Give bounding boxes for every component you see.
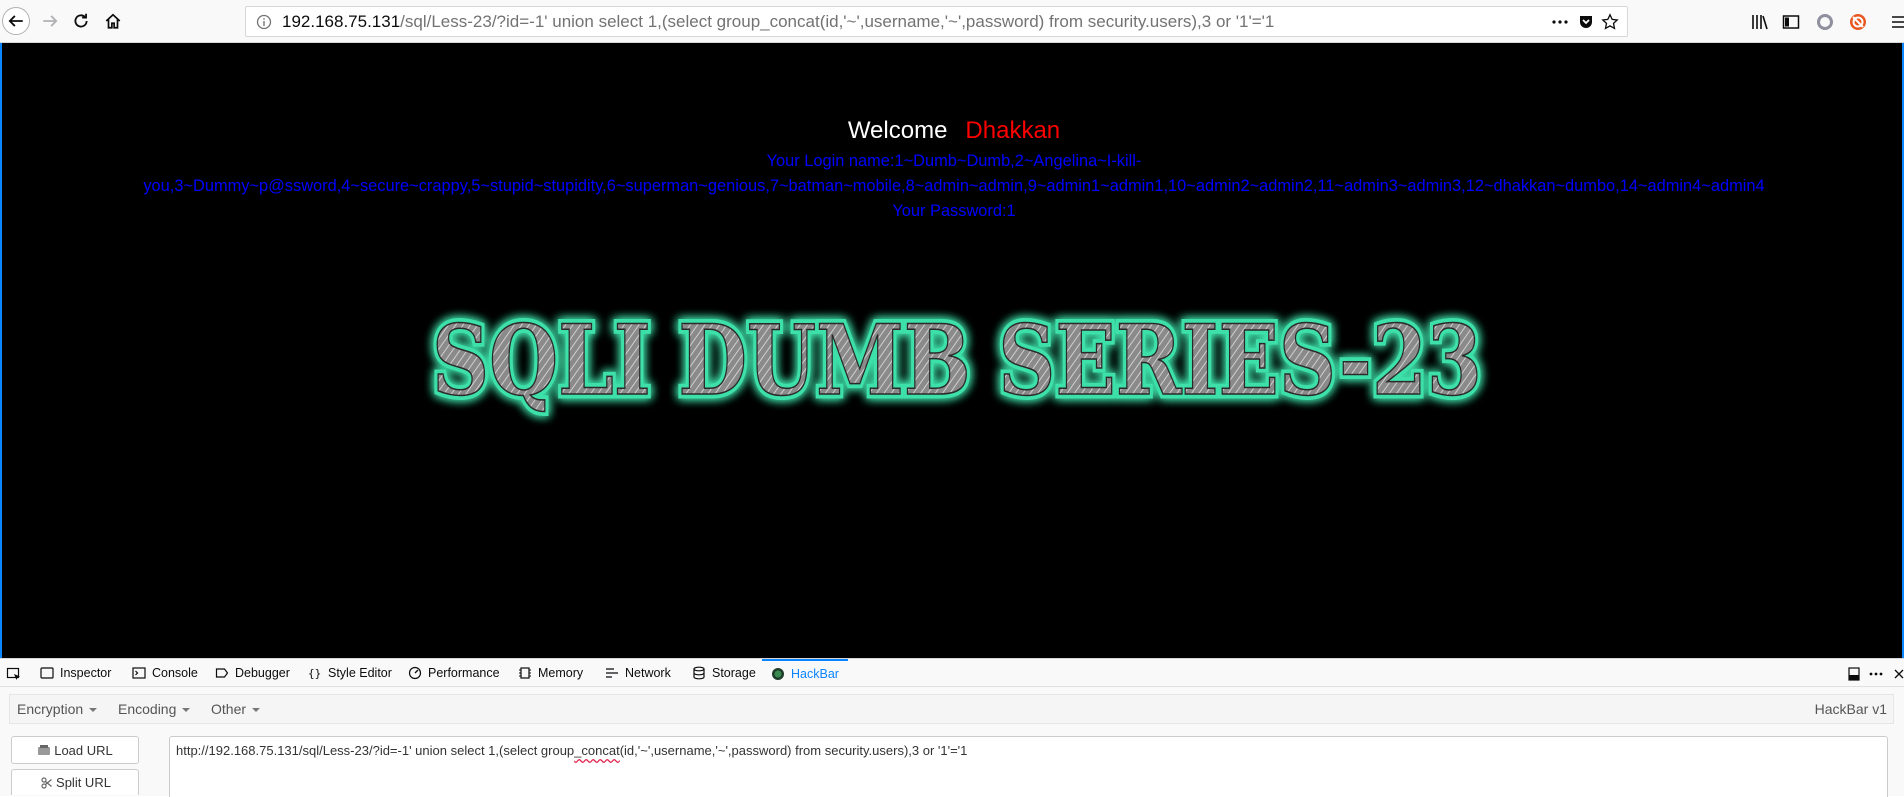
style-editor-icon: {} [308, 667, 321, 680]
tab-console-label: Console [152, 666, 198, 680]
console-icon [132, 667, 146, 679]
back-button[interactable] [2, 7, 30, 35]
hackbar-menubar: Encryption Encoding Other HackBar v1 [9, 694, 1894, 724]
page-viewport: Welcome Dhakkan Your Login name:1~Dumb~Du… [0, 43, 1904, 658]
svg-text:{}: {} [308, 667, 321, 680]
tab-hackbar-label: HackBar [791, 667, 839, 681]
debugger-icon [215, 668, 229, 678]
other-menu[interactable]: Other [211, 701, 261, 717]
welcome-word: Welcome [847, 117, 948, 144]
url-value-part-2: (id,'~',username,'~',password) from secu… [619, 743, 968, 758]
bookmark-star-icon[interactable] [1601, 13, 1619, 31]
tab-storage[interactable]: Storage [692, 659, 756, 687]
url-text[interactable]: 192.168.75.131/sql/Less-23/?id=-1' union… [282, 12, 1274, 32]
overflow-menu-icon[interactable] [1888, 12, 1904, 32]
encoding-label: Encoding [118, 701, 177, 717]
login-name-line-1: Your Login name:1~Dumb~Dumb,2~Angelina~I… [766, 152, 1142, 170]
storage-icon [693, 666, 705, 680]
hackbar-icon [772, 668, 784, 680]
arrow-right-icon [43, 15, 58, 27]
reload-icon [74, 13, 88, 28]
home-button[interactable] [98, 6, 128, 36]
pocket-icon[interactable] [1577, 13, 1595, 31]
encryption-label: Encryption [17, 701, 84, 717]
url-value-part-1: http://192.168.75.131/sql/Less-23/?id=-1… [176, 743, 575, 758]
chevron-down-icon [89, 708, 98, 713]
encoding-menu[interactable]: Encoding [118, 701, 191, 717]
login-name-line-2: you,3~Dummy~p@ssword,4~secure~crappy,5~s… [143, 177, 1765, 195]
hackbar-version: HackBar v1 [1814, 701, 1887, 717]
welcome-name: Dhakkan [965, 117, 1061, 144]
dock-side-icon[interactable] [1846, 666, 1862, 682]
tab-style-editor[interactable]: {} Style Editor [308, 659, 392, 687]
extension-circle-icon[interactable] [1815, 12, 1835, 32]
reload-button[interactable] [66, 6, 96, 36]
tab-network[interactable]: Network [605, 659, 671, 687]
network-icon [606, 668, 618, 678]
hackbar-url-textarea[interactable]: http://192.168.75.131/sql/Less-23/?id=-1… [169, 736, 1888, 797]
tab-network-label: Network [625, 666, 671, 680]
encryption-menu[interactable]: Encryption [17, 701, 98, 717]
blocker-addon-icon[interactable] [1848, 12, 1868, 32]
tab-hackbar[interactable]: HackBar [762, 659, 848, 687]
performance-icon [408, 666, 422, 680]
sidebar-icon[interactable] [1781, 12, 1801, 32]
element-picker-icon[interactable] [6, 666, 22, 682]
banner-text: SQLI DUMB SERIES-23 [432, 304, 1482, 417]
library-icon[interactable] [1750, 12, 1770, 32]
arrow-left-icon [8, 15, 23, 27]
split-url-label: Split URL [56, 775, 111, 790]
memory-icon [519, 667, 531, 679]
tab-debugger[interactable]: Debugger [215, 659, 290, 687]
tab-memory-label: Memory [538, 666, 584, 680]
welcome-heading: Welcome Dhakkan [2, 117, 1904, 145]
load-url-button[interactable]: Load URL [11, 736, 139, 764]
split-url-icon [41, 776, 52, 789]
load-url-icon [38, 745, 51, 755]
tab-debugger-label: Debugger [235, 666, 290, 680]
tab-console[interactable]: Console [132, 659, 198, 687]
forward-button[interactable] [35, 6, 65, 36]
split-url-button[interactable]: Split URL [11, 769, 139, 795]
login-result: Your Login name:1~Dumb~Dumb,2~Angelina~I… [112, 149, 1796, 224]
browser-toolbar: 192.168.75.131/sql/Less-23/?id=-1' union… [0, 0, 1904, 43]
tab-inspector-label: Inspector [60, 666, 112, 680]
tab-performance[interactable]: Performance [408, 659, 500, 687]
tab-style-editor-label: Style Editor [328, 666, 392, 680]
other-label: Other [211, 701, 247, 717]
close-icon[interactable] [1894, 666, 1904, 682]
devtools-more-icon[interactable] [1868, 666, 1884, 682]
banner-graphic: SQLI DUMB SERIES-23 SQLI DUMB SERIES-23 [428, 300, 1487, 422]
series-banner: SQLI DUMB SERIES-23 SQLI DUMB SERIES-23 [422, 299, 1492, 422]
url-host: 192.168.75.131 [282, 12, 401, 31]
devtools-panel: Inspector Console Debugger {} Style Edit… [0, 658, 1904, 797]
chevron-down-icon [182, 708, 191, 713]
tab-inspector[interactable]: Inspector [40, 659, 111, 687]
tab-performance-label: Performance [428, 666, 500, 680]
devtools-tabbar: Inspector Console Debugger {} Style Edit… [0, 659, 1904, 687]
chevron-down-icon [252, 708, 261, 713]
more-actions-icon[interactable] [1551, 13, 1569, 31]
tab-storage-label: Storage [712, 666, 756, 680]
url-value-misspelled: _concat [574, 743, 620, 758]
inspector-icon [40, 667, 54, 679]
home-icon [105, 13, 121, 29]
address-bar[interactable]: 192.168.75.131/sql/Less-23/?id=-1' union… [245, 6, 1628, 37]
info-icon[interactable] [256, 14, 272, 30]
url-path: /sql/Less-23/?id=-1' union select 1,(sel… [400, 12, 1275, 31]
tab-memory[interactable]: Memory [518, 659, 583, 687]
load-url-label: Load URL [54, 742, 113, 758]
password-line: Your Password:1 [892, 202, 1016, 220]
